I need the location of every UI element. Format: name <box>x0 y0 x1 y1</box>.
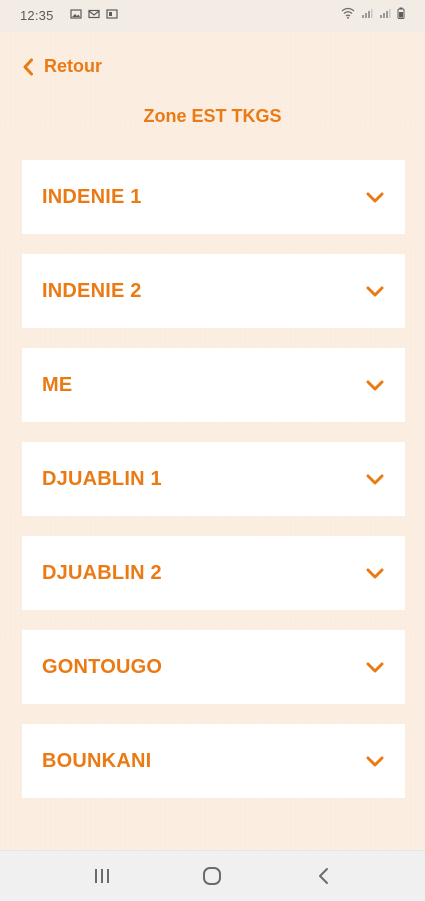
signal-icon <box>380 9 391 18</box>
zone-item-indenie-2[interactable]: INDENIE 2 <box>22 254 405 328</box>
chevron-down-icon[interactable] <box>365 563 385 583</box>
chevron-down-icon[interactable] <box>365 281 385 301</box>
chevron-down-icon[interactable] <box>365 657 385 677</box>
zone-item-djuablin-2[interactable]: DJUABLIN 2 <box>22 536 405 610</box>
chevron-down-icon[interactable] <box>365 469 385 489</box>
mail-icon <box>88 9 100 19</box>
back-button[interactable]: Retour <box>22 56 102 77</box>
battery-icon <box>397 7 405 19</box>
wifi-icon <box>341 7 355 19</box>
status-bar: 12:35 <box>0 0 425 32</box>
image-icon <box>70 9 82 19</box>
chevron-left-icon <box>23 58 33 75</box>
zone-page: Retour Zone EST TKGS INDENIE 1 INDENIE 2… <box>0 32 425 850</box>
zone-item-label: ME <box>42 373 73 396</box>
home-icon[interactable] <box>200 864 224 888</box>
back-label: Retour <box>44 56 102 76</box>
back-icon[interactable] <box>312 864 336 888</box>
zone-item-label: BOUNKANI <box>42 749 152 772</box>
zone-list: INDENIE 1 INDENIE 2 ME DJUABLIN 1 DJUABL… <box>22 160 405 818</box>
zone-item-djuablin-1[interactable]: DJUABLIN 1 <box>22 442 405 516</box>
zone-item-gontougo[interactable]: GONTOUGO <box>22 630 405 704</box>
page-title: Zone EST TKGS <box>143 106 282 126</box>
recent-apps-icon[interactable] <box>90 864 114 888</box>
zone-item-label: DJUABLIN 2 <box>42 561 162 584</box>
system-nav-bar <box>0 850 425 901</box>
status-left-icons <box>70 8 118 20</box>
status-right-icons <box>341 7 405 19</box>
zone-item-label: DJUABLIN 1 <box>42 467 162 490</box>
signal-icon <box>362 9 373 18</box>
media-icon <box>106 9 118 19</box>
chevron-down-icon[interactable] <box>365 751 385 771</box>
zone-item-label: INDENIE 1 <box>42 185 142 208</box>
chevron-down-icon[interactable] <box>365 375 385 395</box>
zone-item-indenie-1[interactable]: INDENIE 1 <box>22 160 405 234</box>
zone-item-label: GONTOUGO <box>42 655 163 678</box>
zone-item-label: INDENIE 2 <box>42 279 142 302</box>
chevron-down-icon[interactable] <box>365 187 385 207</box>
status-time: 12:35 <box>20 8 54 23</box>
zone-item-me[interactable]: ME <box>22 348 405 422</box>
zone-item-bounkani[interactable]: BOUNKANI <box>22 724 405 798</box>
